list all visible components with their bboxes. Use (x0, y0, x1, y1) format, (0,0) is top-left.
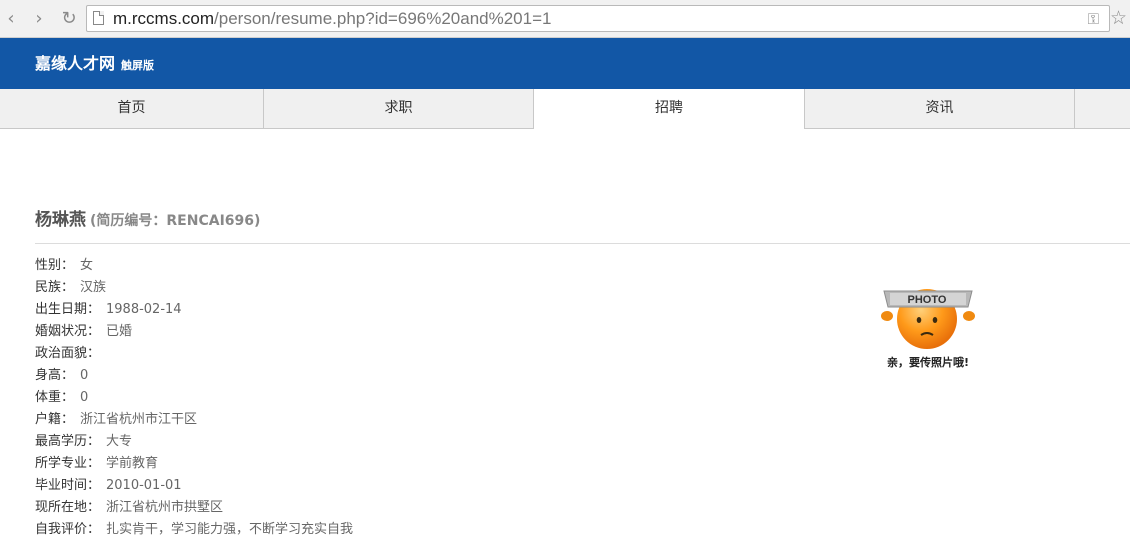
info-row-height: 身高： 0 (35, 365, 353, 387)
field-label: 身高： (35, 368, 75, 383)
address-bar[interactable]: m.rccms.com/person/resume.php?id=696%20a… (86, 5, 1110, 32)
field-value: 已婚 (106, 324, 133, 339)
info-row-marital-status: 婚姻状况： 已婚 (35, 321, 353, 343)
field-value: 汉族 (80, 280, 107, 295)
field-value: 1988-02-14 (106, 302, 182, 317)
info-row-gender: 性别： 女 (35, 255, 353, 277)
info-row-education: 最高学历： 大专 (35, 431, 353, 453)
field-label: 毕业时间： (35, 478, 101, 493)
forward-icon[interactable]: › (28, 8, 50, 30)
resume-info-list: 性别： 女 民族： 汉族 出生日期： 1988-02-14 婚姻状况： 已婚 政治面貌：… (35, 255, 353, 541)
info-row-political-status: 政治面貌： (35, 343, 353, 365)
field-label: 最高学历： (35, 434, 101, 449)
field-value: 学前教育 (106, 456, 159, 471)
field-value: 0 (80, 368, 89, 383)
field-value: 2010-01-01 (106, 478, 182, 493)
tab-home[interactable]: 首页 (0, 89, 264, 128)
browser-toolbar: ‹ › ↻ m.rccms.com/person/resume.php?id=6… (0, 0, 1130, 38)
field-label: 所学专业： (35, 456, 101, 471)
url-host: m.rccms.com (113, 9, 215, 28)
resume-heading: 杨琳燕 (简历编号：RENCAI696) (35, 205, 260, 230)
field-label: 政治面貌： (35, 346, 101, 361)
field-label: 民族： (35, 280, 75, 295)
tab-more[interactable] (1075, 89, 1130, 128)
info-row-graduation-date: 毕业时间： 2010-01-01 (35, 475, 353, 497)
resume-id: (简历编号：RENCAI696) (90, 213, 261, 229)
field-value: 女 (80, 258, 94, 273)
field-label: 自我评价： (35, 522, 101, 537)
info-row-ethnicity: 民族： 汉族 (35, 277, 353, 299)
tab-news[interactable]: 资讯 (805, 89, 1075, 128)
field-value: 大专 (106, 434, 133, 449)
no-photo-face-icon: PHOTO (881, 289, 975, 349)
field-label: 户籍： (35, 412, 75, 427)
url-text[interactable]: m.rccms.com/person/resume.php?id=696%20a… (113, 9, 551, 29)
site-header: 嘉缘人才网 触屏版 (0, 38, 1130, 89)
key-icon[interactable]: ⚿ (1088, 10, 1099, 28)
person-name: 杨琳燕 (35, 210, 86, 230)
site-subtitle: 触屏版 (121, 59, 155, 72)
tab-recruitment[interactable]: 招聘 (533, 89, 805, 129)
field-label: 体重： (35, 390, 75, 405)
info-row-birthdate: 出生日期： 1988-02-14 (35, 299, 353, 321)
info-row-self-evaluation: 自我评价： 扎实肯干，学习能力强，不断学习充实自我 (35, 519, 353, 541)
main-nav-tabs: 首页 求职 招聘 资讯 (0, 89, 1130, 129)
info-row-current-location: 现所在地： 浙江省杭州市拱墅区 (35, 497, 353, 519)
field-label: 现所在地： (35, 500, 101, 515)
info-row-major: 所学专业： 学前教育 (35, 453, 353, 475)
photo-placeholder: PHOTO 亲，要传照片哦! (876, 283, 980, 373)
tab-job-seeking[interactable]: 求职 (264, 89, 534, 128)
url-path: /person/resume.php?id=696%20and%201=1 (214, 9, 552, 28)
info-row-household-registration: 户籍： 浙江省杭州市江干区 (35, 409, 353, 431)
field-label: 婚姻状况： (35, 324, 101, 339)
field-value: 扎实肯干，学习能力强，不断学习充实自我 (106, 522, 354, 537)
page-icon (93, 11, 104, 25)
field-label: 出生日期： (35, 302, 101, 317)
bookmark-star-icon[interactable]: ☆ (1110, 7, 1127, 29)
site-title[interactable]: 嘉缘人才网 触屏版 (35, 50, 154, 74)
reload-icon[interactable]: ↻ (58, 8, 80, 30)
photo-banner-text: PHOTO (908, 294, 947, 306)
divider (35, 243, 1130, 244)
field-value: 0 (80, 390, 89, 405)
field-label: 性别： (35, 258, 75, 273)
info-row-weight: 体重： 0 (35, 387, 353, 409)
field-value: 浙江省杭州市江干区 (80, 412, 198, 427)
photo-caption: 亲，要传照片哦! (886, 356, 970, 369)
field-value: 浙江省杭州市拱墅区 (106, 500, 224, 515)
site-title-text: 嘉缘人才网 (35, 54, 116, 73)
back-icon[interactable]: ‹ (0, 8, 22, 30)
